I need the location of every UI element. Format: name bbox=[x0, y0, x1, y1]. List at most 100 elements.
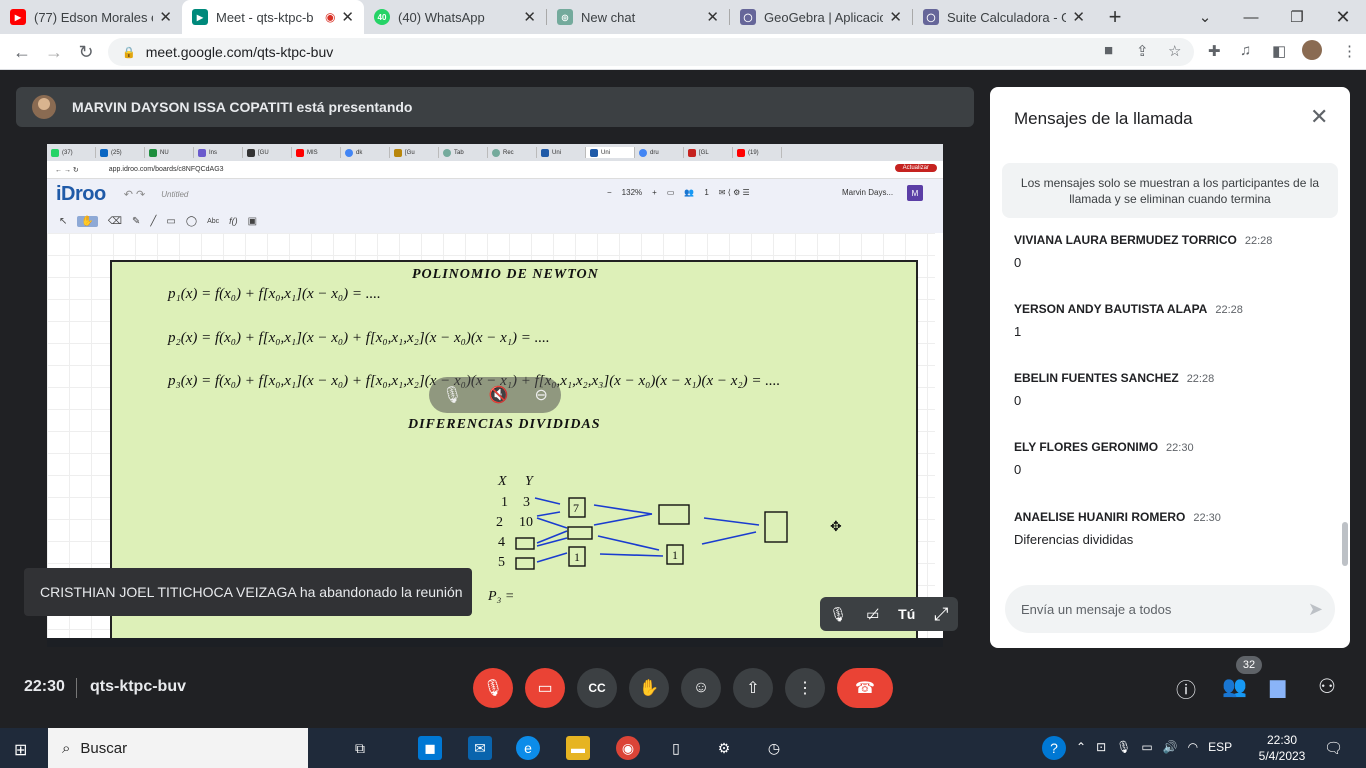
shared-tab: [GL bbox=[684, 147, 733, 158]
profile-avatar[interactable] bbox=[1302, 40, 1322, 60]
close-icon[interactable]: ✕ bbox=[706, 8, 719, 26]
minus-circle-icon: ⊖ bbox=[534, 387, 548, 404]
notification-icon[interactable]: 🗨 bbox=[1324, 739, 1343, 757]
taskbar-clock[interactable]: 22:30 5/4/2023 bbox=[1252, 732, 1312, 764]
extensions-icon[interactable]: ✚ bbox=[1208, 42, 1221, 60]
expand-icon[interactable]: ⤢ bbox=[934, 604, 948, 625]
edge-icon[interactable]: e bbox=[516, 736, 540, 760]
whatsapp-icon: 40 bbox=[374, 9, 390, 25]
sender-name: VIVIANA LAURA BERMUDEZ TORRICO bbox=[1014, 233, 1237, 247]
recorder-icon[interactable]: ◷ bbox=[762, 736, 786, 760]
sender-name: ELY FLORES GERONIMO bbox=[1014, 440, 1159, 454]
chat-message: ANAELISE HUANIRI ROMERO 22:30 Diferencias… bbox=[1014, 510, 1334, 547]
browser-tab-strip: ▶ (77) Edson Morales en ✕ ▶ Meet - qts-ktpc… bbox=[0, 0, 1366, 34]
network-icon[interactable]: ⊡ bbox=[1096, 740, 1106, 754]
forward-arrow-icon[interactable]: → bbox=[42, 40, 66, 64]
mic-icon[interactable]: 🎙 bbox=[1116, 740, 1131, 754]
browser-tab[interactable]: ◯ Suite Calculadora - Ge ✕ bbox=[913, 0, 1095, 34]
browser-tab[interactable]: ◯ GeoGebra | Aplicacion ✕ bbox=[730, 0, 912, 34]
chat-message: YERSON ANDY BAUTISTA ALAPA 22:28 1 bbox=[1014, 302, 1334, 339]
chat-icon[interactable]: ▆ bbox=[1270, 674, 1285, 699]
phone-app-icon[interactable]: ▯ bbox=[664, 736, 688, 760]
volume-icon[interactable]: 🔊 bbox=[1163, 740, 1178, 754]
new-tab-button[interactable]: + bbox=[1095, 0, 1135, 34]
close-icon[interactable]: ✕ bbox=[159, 8, 172, 26]
empty-box-y4 bbox=[515, 537, 535, 550]
close-icon[interactable]: ✕ bbox=[889, 8, 902, 26]
side-panel-icon[interactable]: ◧ bbox=[1272, 42, 1286, 60]
restore-button[interactable]: ❐ bbox=[1274, 0, 1320, 34]
captions-button[interactable]: CC bbox=[577, 668, 617, 708]
shared-tab: Uni bbox=[537, 147, 586, 158]
mail-icon[interactable]: ✉ bbox=[468, 736, 492, 760]
media-control-icon[interactable]: ♫ bbox=[1240, 42, 1251, 59]
share-icon[interactable]: ⇪ bbox=[1136, 42, 1149, 60]
geogebra-icon: ◯ bbox=[923, 9, 939, 25]
browser-tab[interactable]: ◎ New chat ✕ bbox=[547, 0, 729, 34]
camera-off-button[interactable]: ▭ bbox=[525, 668, 565, 708]
url-text: meet.google.com/qts-ktpc-buv bbox=[145, 44, 334, 60]
zoom-controls: −132% + ▭ 👥 1 ✉ ⟨ ⚙ ☰ bbox=[607, 188, 750, 197]
back-arrow-icon[interactable]: ← bbox=[10, 40, 34, 64]
store-icon[interactable]: ◼ bbox=[418, 736, 442, 760]
close-icon[interactable]: ✕ bbox=[1072, 8, 1085, 26]
leave-call-button[interactable]: ☎ bbox=[837, 668, 893, 708]
reload-icon[interactable]: ↻ bbox=[74, 40, 98, 64]
chrome-icon[interactable]: ◉ bbox=[616, 736, 640, 760]
chat-scrollbar[interactable] bbox=[1342, 522, 1348, 566]
bookmark-star-icon[interactable]: ☆ bbox=[1168, 42, 1181, 60]
menu-kebab-icon[interactable]: ⋮ bbox=[1342, 42, 1357, 60]
browser-tab-active[interactable]: ▶ Meet - qts-ktpc-b ◉ ✕ bbox=[182, 0, 364, 34]
message-text: 1 bbox=[1014, 324, 1022, 339]
windows-taskbar: ⊞ ⌕ Buscar ⧉ ◼ ✉ e ▬ ◉ ▯ ⚙ ◷ ? ⌃ ⊡ 🎙 ▭ 🔊 … bbox=[0, 728, 1366, 768]
message-text: 0 bbox=[1014, 255, 1022, 270]
raise-hand-button[interactable]: ✋ bbox=[629, 668, 669, 708]
settings-gear-icon[interactable]: ⚙ bbox=[712, 736, 736, 760]
toast-text: CRISTHIAN JOEL TITICHOCA VEIZAGA ha aban… bbox=[40, 584, 463, 600]
windows-start-icon[interactable]: ⊞ bbox=[14, 740, 27, 760]
present-button[interactable]: ⇧ bbox=[733, 668, 773, 708]
wifi-icon[interactable]: ◠ bbox=[1188, 740, 1198, 754]
image-tool-icon: ▣ bbox=[247, 215, 258, 227]
mic-off-button[interactable]: 🎙 bbox=[473, 668, 513, 708]
browser-tab[interactable]: 40 (40) WhatsApp ✕ bbox=[364, 0, 546, 34]
url-field[interactable]: 🔒 meet.google.com/qts-ktpc-buv bbox=[108, 38, 1194, 66]
browser-tab[interactable]: ▶ (77) Edson Morales en ✕ bbox=[0, 0, 182, 34]
info-icon[interactable]: ⓘ bbox=[1176, 674, 1196, 703]
close-icon[interactable]: ✕ bbox=[523, 8, 536, 26]
tab-title: New chat bbox=[581, 9, 636, 25]
file-explorer-icon[interactable]: ▬ bbox=[566, 736, 590, 760]
box-value: 1 bbox=[672, 548, 678, 562]
emoji-button[interactable]: ☺ bbox=[681, 668, 721, 708]
message-text: 0 bbox=[1014, 393, 1022, 408]
close-icon[interactable]: ✕ bbox=[1310, 104, 1328, 130]
activities-icon[interactable]: ⚇ bbox=[1318, 674, 1336, 699]
tab-search-chevron-icon[interactable]: ⌄ bbox=[1182, 0, 1228, 34]
language-indicator[interactable]: ESP bbox=[1208, 740, 1232, 754]
people-icon[interactable]: 👥 bbox=[1222, 674, 1247, 699]
system-tray: ⌃ ⊡ 🎙 ▭ 🔊 ◠ ESP bbox=[1076, 740, 1232, 754]
line-tool-icon: ╱ bbox=[150, 215, 157, 227]
task-view-icon[interactable]: ⧉ bbox=[348, 736, 372, 760]
camera-icon[interactable]: ■ bbox=[1104, 42, 1113, 59]
shared-tab: (37) bbox=[47, 147, 96, 158]
meeting-clock: 22:30 bbox=[24, 678, 65, 695]
mic-off-icon: 🎙 bbox=[829, 605, 848, 622]
send-icon[interactable]: ➤ bbox=[1308, 599, 1323, 620]
message-time: 22:30 bbox=[1166, 442, 1194, 454]
battery-icon[interactable]: ▭ bbox=[1141, 740, 1152, 754]
help-icon[interactable]: ? bbox=[1042, 736, 1066, 760]
close-window-button[interactable]: ✕ bbox=[1320, 0, 1366, 34]
sender-name: ANAELISE HUANIRI ROMERO bbox=[1014, 510, 1186, 524]
minimize-button[interactable]: — bbox=[1228, 0, 1274, 34]
hand-tool-icon: ✋ bbox=[77, 215, 98, 227]
chat-message: ELY FLORES GERONIMO 22:30 0 bbox=[1014, 440, 1334, 477]
chevron-up-icon[interactable]: ⌃ bbox=[1076, 740, 1086, 754]
more-options-button[interactable]: ⋮ bbox=[785, 668, 825, 708]
close-icon[interactable]: ✕ bbox=[341, 8, 354, 26]
avatar bbox=[32, 95, 56, 119]
chat-message-input[interactable]: Envía un mensaje a todos ➤ bbox=[1005, 585, 1335, 633]
sender-name: EBELIN FUENTES SANCHEZ bbox=[1014, 371, 1179, 385]
shared-tab: Rec bbox=[488, 147, 537, 158]
taskbar-search[interactable]: ⌕ Buscar bbox=[48, 728, 308, 768]
